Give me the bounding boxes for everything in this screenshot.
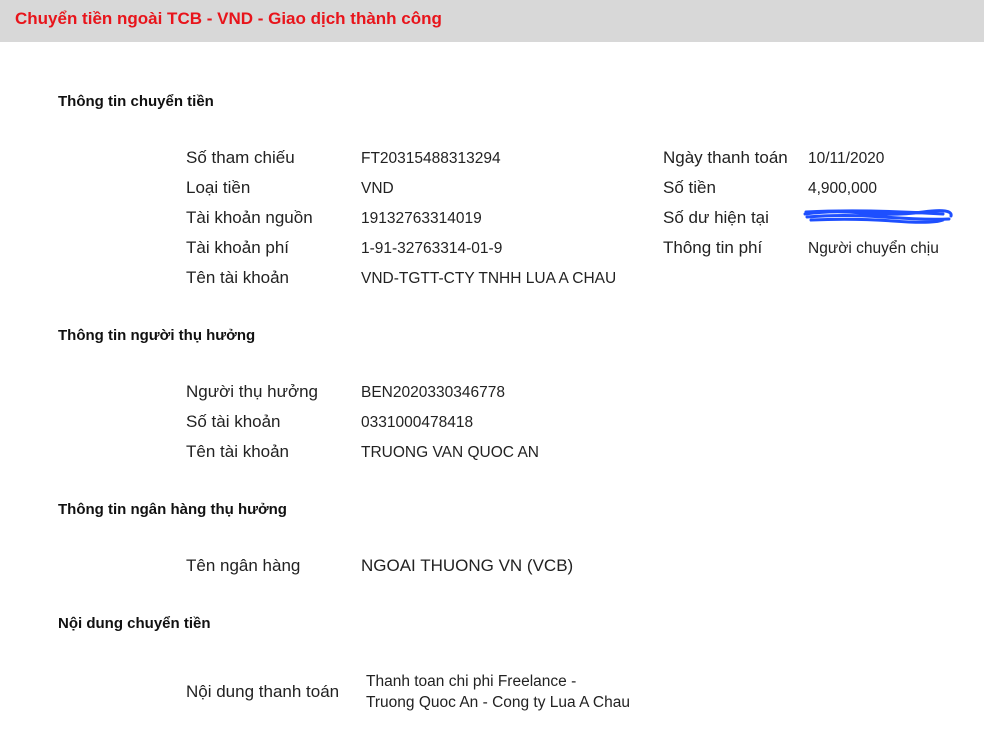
- section-title-beneficiary-bank: Thông tin ngân hàng thụ hưởng: [58, 501, 287, 518]
- payment-content-label: Nội dung thanh toán: [186, 682, 340, 701]
- beneficiary-value: BEN2020330346778: [361, 384, 505, 401]
- payment-content-line-2: Truong Quoc An - Cong ty Lua A Chau: [366, 694, 630, 711]
- fee-info-label: Thông tin phí: [663, 238, 763, 257]
- amount-value: 4,900,000: [808, 180, 877, 197]
- reference-value: FT20315488313294: [361, 150, 501, 167]
- payment-date-label: Ngày thanh toán: [663, 148, 788, 167]
- bank-name-label: Tên ngân hàng: [186, 556, 301, 575]
- beneficiary-account-name-value: TRUONG VAN QUOC AN: [361, 444, 539, 461]
- balance-label: Số dư hiện tại: [663, 208, 769, 227]
- beneficiary-account-name-label: Tên tài khoản: [186, 442, 290, 461]
- section-title-transfer-content: Nội dung chuyển tiền: [58, 615, 211, 632]
- source-account-label: Tài khoản nguồn: [186, 208, 313, 227]
- section-title-beneficiary-info: Thông tin người thụ hưởng: [58, 327, 256, 344]
- beneficiary-account-number-label: Số tài khoản: [186, 412, 281, 431]
- page-title: Chuyển tiền ngoài TCB - VND - Giao dịch …: [15, 9, 442, 28]
- fee-account-value: 1-91-32763314-01-9: [361, 240, 503, 257]
- section-title-transfer-info: Thông tin chuyển tiền: [58, 93, 214, 110]
- account-name-value: VND-TGTT-CTY TNHH LUA A CHAU: [361, 270, 617, 287]
- currency-value: VND: [361, 180, 394, 197]
- balance-redaction-scribble: [803, 209, 953, 224]
- reference-label: Số tham chiếu: [186, 148, 295, 167]
- beneficiary-account-number-value: 0331000478418: [361, 414, 474, 431]
- beneficiary-label: Người thụ hưởng: [186, 382, 319, 401]
- page-header: Chuyển tiền ngoài TCB - VND - Giao dịch …: [0, 0, 984, 42]
- payment-content-line-1: Thanh toan chi phi Freelance -: [366, 673, 577, 690]
- fee-account-label: Tài khoản phí: [186, 238, 290, 257]
- source-account-value: 19132763314019: [361, 210, 482, 227]
- amount-label: Số tiền: [663, 178, 716, 197]
- payment-date-value: 10/11/2020: [808, 150, 885, 167]
- bank-name-value: NGOAI THUONG VN (VCB): [361, 556, 574, 575]
- account-name-label: Tên tài khoản: [186, 268, 290, 287]
- fee-info-value: Người chuyển chịu: [808, 240, 939, 257]
- currency-label: Loại tiền: [186, 178, 251, 197]
- payment-content-value: Thanh toan chi phi Freelance - Truong Qu…: [366, 671, 630, 713]
